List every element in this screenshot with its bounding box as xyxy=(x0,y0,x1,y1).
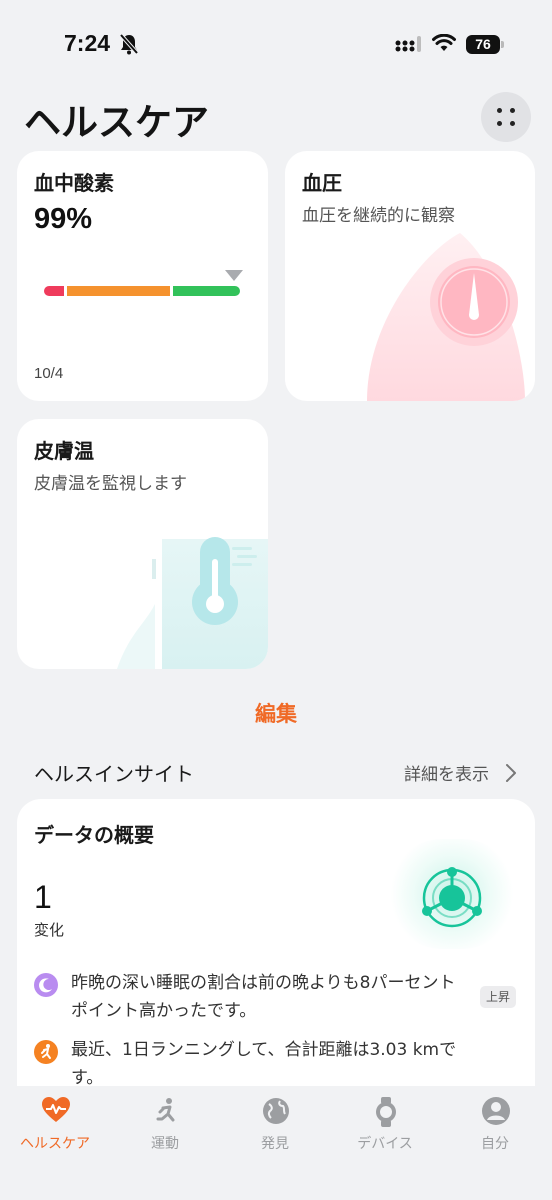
spo2-card[interactable]: 血中酸素 99% 10/4 xyxy=(17,151,268,401)
tab-discover[interactable]: 発見 xyxy=(220,1086,330,1166)
tab-label: デバイス xyxy=(357,1136,413,1152)
insight-item-sleep[interactable]: 昨晩の深い睡眠の割合は前の晩よりも8パーセントポイント高かったです。 xyxy=(34,969,524,1025)
spo2-title: 血中酸素 xyxy=(34,171,114,195)
skin-temp-card[interactable]: 皮膚温 皮膚温を監視します xyxy=(17,419,268,669)
spo2-bar-mid xyxy=(67,286,170,296)
insights-section-title: ヘルスインサイト xyxy=(34,762,194,786)
insight-text: 最近、1日ランニングして、合計距離は3.03 kmです。 xyxy=(71,1040,457,1088)
battery-tip xyxy=(501,41,504,48)
insight-graph-icon xyxy=(422,867,482,928)
cellular-signal-icon xyxy=(395,36,421,52)
spo2-date: 10/4 xyxy=(34,365,64,382)
spo2-marker-icon xyxy=(225,270,243,281)
bell-muted-icon xyxy=(119,33,139,55)
tab-label: 自分 xyxy=(481,1136,509,1152)
battery-indicator: 76 xyxy=(466,35,500,54)
dot-icon xyxy=(510,108,515,113)
insight-item-running[interactable]: 最近、1日ランニングして、合計距離は3.03 kmです。 xyxy=(34,1036,524,1092)
watch-icon xyxy=(376,1097,396,1127)
trend-badge: 上昇 xyxy=(480,986,517,1008)
profile-icon xyxy=(482,1097,510,1125)
insights-more-link[interactable]: 詳細を表示 xyxy=(404,760,489,785)
tab-health[interactable]: ヘルスケア xyxy=(0,1086,110,1166)
tab-label: 発見 xyxy=(261,1136,289,1152)
skin-temp-subtitle: 皮膚温を監視します xyxy=(34,474,187,494)
heart-pulse-icon xyxy=(42,1097,70,1122)
overview-title: データの概要 xyxy=(34,823,154,847)
moon-sleep-icon xyxy=(34,973,58,997)
tab-label: 運動 xyxy=(151,1136,179,1152)
blood-pressure-card[interactable]: 血圧 血圧を継続的に観察 xyxy=(285,151,535,401)
overview-count-label: 変化 xyxy=(34,921,65,939)
tab-label: ヘルスケア xyxy=(20,1136,90,1152)
tab-exercise[interactable]: 運動 xyxy=(110,1086,220,1166)
dot-icon xyxy=(497,108,502,113)
tab-me[interactable]: 自分 xyxy=(440,1086,550,1166)
status-time: 7:24 xyxy=(64,30,111,56)
running-icon xyxy=(34,1040,58,1064)
edit-button[interactable]: 編集 xyxy=(0,698,552,728)
status-bar: 7:24 76 xyxy=(0,0,552,90)
chevron-right-icon[interactable] xyxy=(505,763,517,783)
runner-icon xyxy=(156,1098,175,1122)
more-options-button[interactable] xyxy=(481,92,531,142)
page-title: ヘルスケア xyxy=(24,101,209,144)
bottom-tab-bar: ヘルスケア 運動 発見 デバイス 自分 xyxy=(0,1086,552,1200)
wifi-icon xyxy=(432,34,456,51)
spo2-bar-low xyxy=(44,286,64,296)
spo2-bar-high xyxy=(173,286,240,296)
spo2-value: 99% xyxy=(34,203,93,235)
dot-icon xyxy=(497,121,502,126)
blood-pressure-title: 血圧 xyxy=(302,171,342,195)
dot-icon xyxy=(510,121,515,126)
tab-device[interactable]: デバイス xyxy=(330,1086,440,1166)
blood-pressure-subtitle: 血圧を継続的に観察 xyxy=(302,206,455,226)
data-overview-card[interactable]: データの概要 1 変化 昨晩の深い睡眠の割合は前の晩よりも8パーセントポイント高… xyxy=(17,799,535,1099)
insight-text: 昨晩の深い睡眠の割合は前の晩よりも8パーセントポイント高かったです。 xyxy=(71,973,456,1021)
overview-count: 1 xyxy=(34,879,52,915)
skin-temp-title: 皮膚温 xyxy=(34,439,94,463)
globe-icon xyxy=(263,1098,289,1124)
